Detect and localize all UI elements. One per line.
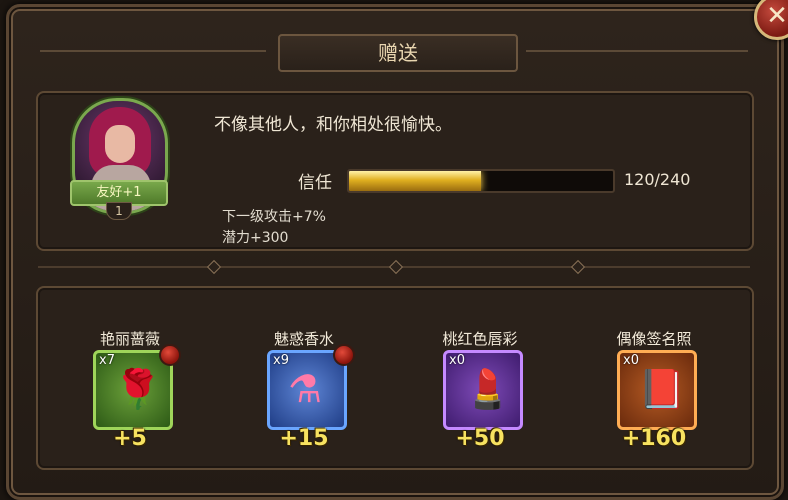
gift-count: x9 xyxy=(273,353,289,368)
title-divider-right xyxy=(526,50,748,52)
rose-icon: 🌹 xyxy=(114,367,162,411)
dialog-title: 赠送 xyxy=(278,34,518,72)
gift-points: +5 xyxy=(113,426,147,451)
gift-item-lipstick[interactable]: 桃红色唇彩 💄 x0 +50 xyxy=(425,328,535,458)
gift-points: +15 xyxy=(279,426,329,451)
potential-bonus: 潜力+300 xyxy=(222,230,289,246)
gift-name: 桃红色唇彩 xyxy=(442,330,518,348)
portrait-face xyxy=(105,125,135,163)
gift-points: +50 xyxy=(455,426,505,451)
gift-name: 偶像签名照 xyxy=(616,330,692,348)
character-quote: 不像其他人，和你相处很愉快。 xyxy=(214,115,452,135)
gift-count: x0 xyxy=(623,353,639,368)
trust-value: 120/240 xyxy=(624,170,691,189)
gift-points: +160 xyxy=(621,426,687,451)
perfume-icon: ⚗ xyxy=(288,367,323,411)
notification-dot xyxy=(159,344,181,366)
gift-slot[interactable]: 📕 x0 xyxy=(617,350,697,430)
title-divider-left xyxy=(40,50,266,52)
trust-progress-bar xyxy=(347,169,615,193)
gift-count: x7 xyxy=(99,353,115,368)
notification-dot xyxy=(333,344,355,366)
next-level-attack-bonus: 下一级攻击+7% xyxy=(222,209,326,225)
photo-album-icon: 📕 xyxy=(638,367,686,411)
level-badge: 1 xyxy=(106,202,132,220)
lipstick-icon: 💄 xyxy=(464,367,512,411)
gift-item-photo[interactable]: 偶像签名照 📕 x0 +160 xyxy=(599,328,709,458)
gift-item-perfume[interactable]: 魅惑香水 ⚗ x9 +15 xyxy=(249,328,359,458)
trust-label: 信任 xyxy=(298,173,332,193)
gift-item-rose[interactable]: 艳丽蔷薇 🌹 x7 +5 xyxy=(75,328,185,458)
trust-progress-fill xyxy=(349,171,481,191)
gift-slot[interactable]: 💄 x0 xyxy=(443,350,523,430)
gift-count: x0 xyxy=(449,353,465,368)
